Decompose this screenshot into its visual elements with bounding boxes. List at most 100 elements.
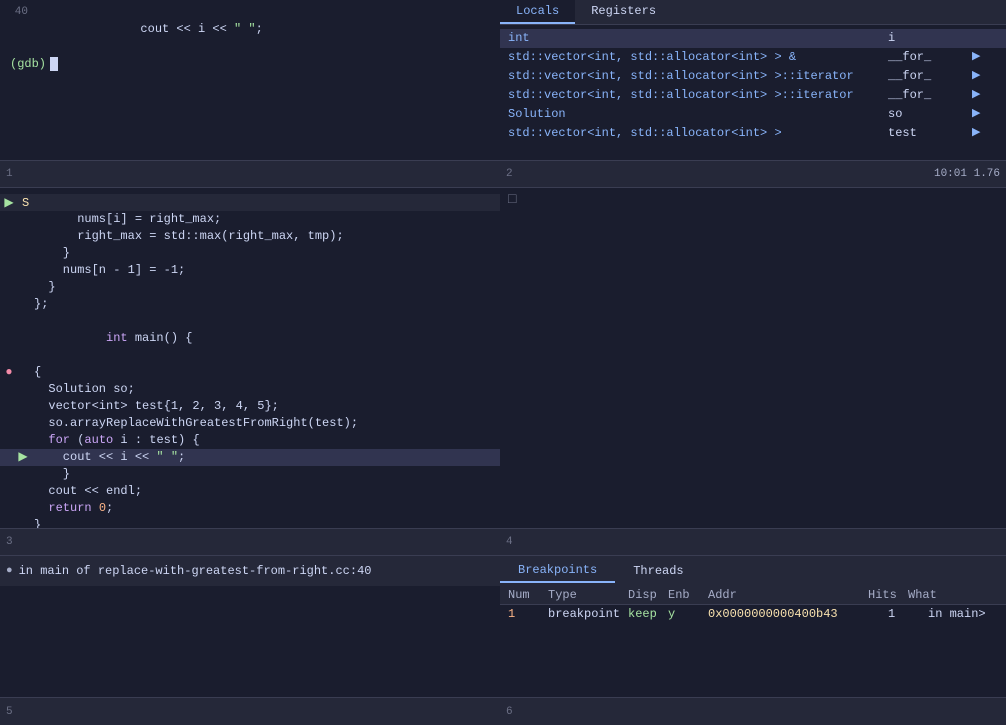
code-7: int main() { bbox=[30, 313, 498, 364]
src-line-5: } bbox=[0, 279, 500, 296]
gdb-prompt-symbol: (gdb) bbox=[10, 57, 46, 71]
src-line-6: }; bbox=[0, 296, 500, 313]
bp-col-enb: Enb bbox=[668, 588, 708, 602]
divider-info: 10:01 1.76 bbox=[934, 168, 1000, 180]
gdb-console-panel[interactable] bbox=[0, 586, 500, 697]
bp-col-hits: Hits bbox=[868, 588, 908, 602]
code-13: cout << i << " "; bbox=[30, 449, 498, 466]
bp-col-what: What bbox=[908, 588, 968, 602]
tab-locals[interactable]: Locals bbox=[500, 0, 575, 24]
divider-num-1: 1 bbox=[6, 168, 22, 180]
gdb-prompt-line[interactable]: (gdb) bbox=[6, 55, 494, 73]
src-line-9: Solution so; bbox=[0, 381, 500, 398]
locals-name-for1: __for_ bbox=[888, 49, 968, 66]
divider-1-left: 1 bbox=[0, 160, 500, 188]
locals-type-test: std::vector<int, std::allocator<int> > bbox=[508, 125, 888, 142]
locals-name-for3: __for_ bbox=[888, 87, 968, 104]
tab-breakpoints[interactable]: Breakpoints bbox=[500, 559, 615, 583]
gdb-output-line-1: 40 cout << i << " "; bbox=[6, 4, 494, 55]
locals-expand-1: ▶ bbox=[972, 49, 980, 66]
source-code-panel: ▶ S nums[i] = right_max; right_max = std… bbox=[0, 188, 500, 528]
locals-type-for1: std::vector<int, std::allocator<int> > & bbox=[508, 49, 888, 66]
locals-name-test: test bbox=[888, 125, 968, 142]
bp-circle: ● bbox=[6, 565, 13, 577]
bp-addr-1: 0x0000000000400b43 bbox=[708, 607, 888, 621]
exec-label-s: S bbox=[16, 196, 29, 210]
code-1: nums[i] = right_max; bbox=[30, 211, 498, 228]
tab-registers[interactable]: Registers bbox=[575, 0, 672, 24]
bp-col-type: Type bbox=[548, 588, 628, 602]
locals-row-so: Solution so ▶ bbox=[500, 105, 1006, 124]
src-line-11: so.arrayReplaceWithGreatestFromRight(tes… bbox=[0, 415, 500, 432]
src-line-14: } bbox=[0, 466, 500, 483]
footer-num-5: 5 bbox=[6, 706, 13, 718]
gdb-output-panel: 40 cout << i << " "; (gdb) bbox=[0, 0, 500, 160]
footer-num-6: 6 bbox=[506, 706, 513, 718]
code-9: Solution so; bbox=[30, 381, 498, 398]
locals-expand-so: ▶ bbox=[972, 106, 980, 123]
code-12: for (auto i : test) { bbox=[30, 432, 498, 449]
bp-col-num: Num bbox=[508, 588, 548, 602]
code-14: } bbox=[30, 466, 498, 483]
divider-1-right: 2 10:01 1.76 bbox=[500, 160, 1006, 188]
console-breakpoint-info: in main of replace-with-greatest-from-ri… bbox=[19, 564, 372, 578]
locals-row-for3: std::vector<int, std::allocator<int> >::… bbox=[500, 86, 1006, 105]
bp-num-1: 1 bbox=[508, 607, 548, 621]
locals-expand-2: ▶ bbox=[972, 68, 980, 85]
code-6: }; bbox=[30, 296, 498, 313]
locals-name-for2: __for_ bbox=[888, 68, 968, 85]
gdb-cursor bbox=[50, 57, 58, 71]
locals-type-i: int bbox=[508, 30, 888, 47]
src-line-8: ● { bbox=[0, 364, 500, 381]
code-10: vector<int> test{1, 2, 3, 4, 5}; bbox=[30, 398, 498, 415]
bp-col-disp: Disp bbox=[628, 588, 668, 602]
right-mid-panel: □ bbox=[500, 188, 1006, 528]
bp-table-header: Num Type Disp Enb Addr Hits What bbox=[500, 586, 1006, 605]
locals-name-so: so bbox=[888, 106, 968, 123]
code-4: nums[n - 1] = -1; bbox=[30, 262, 498, 279]
console-label-row: ● in main of replace-with-greatest-from-… bbox=[0, 556, 500, 586]
src-line-4: nums[n - 1] = -1; bbox=[0, 262, 500, 279]
divider-2-left: 3 bbox=[0, 528, 500, 556]
src-line-16: return 0; bbox=[0, 500, 500, 517]
locals-row-for2: std::vector<int, std::allocator<int> >::… bbox=[500, 67, 1006, 86]
code-17: } bbox=[30, 517, 498, 528]
divider-num-4: 4 bbox=[506, 536, 522, 548]
code-text: cout << i << " "; bbox=[50, 4, 492, 55]
src-line-1: nums[i] = right_max; bbox=[0, 211, 500, 228]
locals-row-i: int i bbox=[500, 29, 1006, 48]
code-15: cout << endl; bbox=[30, 483, 498, 500]
code-5: } bbox=[30, 279, 498, 296]
locals-type-for2: std::vector<int, std::allocator<int> >::… bbox=[508, 68, 888, 85]
right-mid-symbol: □ bbox=[508, 192, 516, 208]
src-line-13-current: ▶ cout << i << " "; bbox=[0, 449, 500, 466]
src-line-15: cout << endl; bbox=[0, 483, 500, 500]
divider-2-right: 4 bbox=[500, 528, 1006, 556]
bp-enb-1: y bbox=[668, 607, 708, 621]
code-11: so.arrayReplaceWithGreatestFromRight(tes… bbox=[30, 415, 498, 432]
bp-8: ● bbox=[2, 364, 16, 381]
locals-row-test: std::vector<int, std::allocator<int> > t… bbox=[500, 124, 1006, 143]
breakpoints-content: Num Type Disp Enb Addr Hits What 1 break… bbox=[500, 586, 1006, 697]
locals-table: int i std::vector<int, std::allocator<in… bbox=[500, 25, 1006, 147]
locals-expand-3: ▶ bbox=[972, 87, 980, 104]
locals-row-for1: std::vector<int, std::allocator<int> > &… bbox=[500, 48, 1006, 67]
tab-threads[interactable]: Threads bbox=[615, 560, 701, 582]
locals-name-i: i bbox=[888, 30, 968, 47]
code-3: } bbox=[30, 245, 498, 262]
code-2: right_max = std::max(right_max, tmp); bbox=[30, 228, 498, 245]
code-16: return 0; bbox=[30, 500, 498, 517]
exec-arrow-13: ▶ bbox=[16, 449, 30, 466]
src-line-7: int main() { bbox=[0, 313, 500, 364]
code-8: { bbox=[30, 364, 498, 381]
src-line-3: } bbox=[0, 245, 500, 262]
locals-registers-panel: Locals Registers int i std::vector<int, … bbox=[500, 0, 1006, 160]
bp-what-1: in main> bbox=[928, 607, 988, 621]
source-lines: ▶ S nums[i] = right_max; right_max = std… bbox=[0, 192, 500, 528]
exec-indicator-bar: ▶ S bbox=[0, 194, 500, 211]
arrow-indicator: ▶ bbox=[2, 195, 16, 210]
bp-hits-1: 1 bbox=[888, 607, 928, 621]
src-line-17: } bbox=[0, 517, 500, 528]
bp-col-addr: Addr bbox=[708, 588, 868, 602]
src-line-12: for (auto i : test) { bbox=[0, 432, 500, 449]
